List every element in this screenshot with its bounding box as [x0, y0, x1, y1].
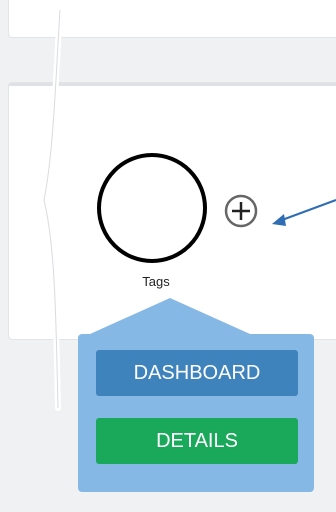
annotation-arrow — [281, 199, 336, 221]
arrow-head-icon — [272, 214, 286, 226]
plus-icon — [224, 194, 258, 228]
add-node-button[interactable] — [223, 193, 259, 229]
tags-node[interactable] — [96, 152, 208, 264]
page: Tags DASHBOARD DETAILS — [0, 0, 336, 512]
details-button[interactable]: DETAILS — [96, 418, 298, 464]
node-popover: DASHBOARD DETAILS — [78, 298, 314, 492]
popover-arrow — [90, 298, 250, 334]
dashboard-button[interactable]: DASHBOARD — [96, 350, 298, 396]
node-label: Tags — [142, 274, 170, 289]
